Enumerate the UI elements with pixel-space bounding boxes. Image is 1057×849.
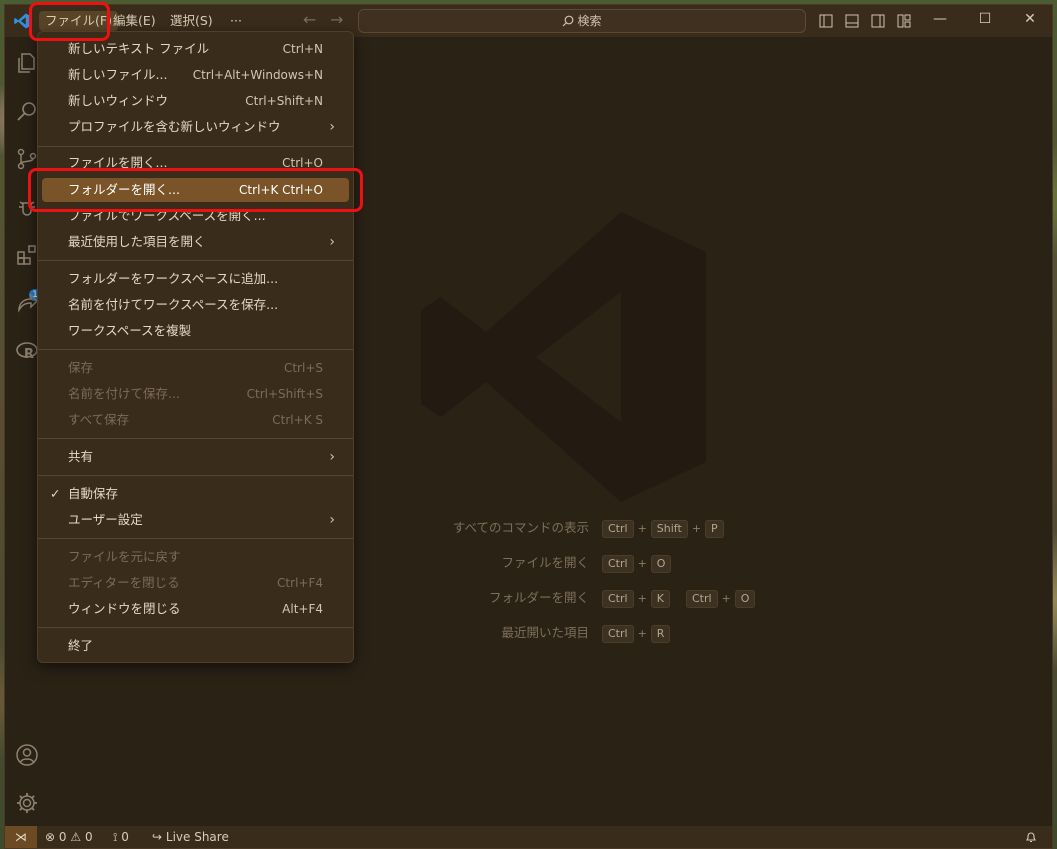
shortcut-label: フォルダーを開く xyxy=(488,590,589,605)
key-k: K xyxy=(650,590,671,608)
shortcut-label: すべてのコマンドの表示 xyxy=(452,520,589,535)
menu-separator xyxy=(38,349,353,350)
ports-indicator[interactable]: ⟟ 0 xyxy=(113,826,129,848)
checkmark-icon: ✓ xyxy=(50,486,61,501)
menu-open-workspace-from-file[interactable]: ファイルでワークスペースを開く... xyxy=(42,204,349,228)
remote-indicator-icon[interactable]: ⋊ xyxy=(5,826,37,848)
key-p: P xyxy=(705,520,724,538)
menu-save-as[interactable]: 名前を付けて保存... Ctrl+Shift+S xyxy=(42,382,349,406)
problems-indicator[interactable]: ⊗ 0 ⚠ 0 xyxy=(45,826,93,848)
status-bar: ⋊ ⊗ 0 ⚠ 0 ⟟ 0 ↪ Live Share xyxy=(5,826,1052,848)
r-language-icon[interactable]: R xyxy=(15,339,39,363)
menu-revert-file[interactable]: ファイルを元に戻す xyxy=(42,545,349,569)
shortcut-recent: 最近開いた項目 Ctrl + R xyxy=(349,624,769,643)
key-ctrl: Ctrl xyxy=(602,520,634,538)
chevron-right-icon: › xyxy=(329,234,335,250)
menu-open-file[interactable]: ファイルを開く... Ctrl+O xyxy=(42,151,349,175)
key-o: O xyxy=(650,555,672,573)
chevron-right-icon: › xyxy=(329,449,335,465)
menu-share[interactable]: 共有 › xyxy=(42,445,349,469)
settings-gear-icon[interactable] xyxy=(15,791,39,815)
ports-count: 0 xyxy=(121,830,129,844)
menu-selection[interactable]: 選択(S) xyxy=(164,11,219,31)
key-ctrl: Ctrl xyxy=(602,590,634,608)
search-icon xyxy=(563,15,574,27)
warning-icon: ⚠ xyxy=(70,830,82,844)
vscode-logo-icon xyxy=(14,13,30,29)
search-icon[interactable] xyxy=(15,99,39,123)
menu-save-all[interactable]: すべて保存 Ctrl+K S xyxy=(42,408,349,432)
broadcast-icon: ⟟ xyxy=(113,830,118,844)
menu-separator xyxy=(38,146,353,147)
svg-text:R: R xyxy=(24,347,34,362)
search-placeholder: 検索 xyxy=(577,14,602,28)
shortcut-label: ファイルを開く xyxy=(501,555,589,570)
menu-close-window[interactable]: ウィンドウを閉じる Alt+F4 xyxy=(42,597,349,621)
file-menu-dropdown: 新しいテキスト ファイル Ctrl+N 新しいファイル... Ctrl+Alt+Wi… xyxy=(37,31,354,663)
live-share-icon: ↪ xyxy=(152,830,163,844)
vscode-watermark-icon xyxy=(421,212,706,502)
live-share-button[interactable]: ↪ Live Share xyxy=(152,826,229,848)
live-share-icon[interactable] xyxy=(15,291,39,315)
error-count: 0 xyxy=(58,830,67,844)
menu-new-window-profile[interactable]: プロファイルを含む新しいウィンドウ › xyxy=(42,115,349,139)
menu-save-workspace-as[interactable]: 名前を付けてワークスペースを保存... xyxy=(42,293,349,317)
menu-new-file[interactable]: 新しいファイル... Ctrl+Alt+Windows+N xyxy=(42,63,349,87)
shortcut-open-folder: フォルダーを開く Ctrl + K Ctrl + O xyxy=(349,589,769,608)
menu-close-editor[interactable]: エディターを閉じる Ctrl+F4 xyxy=(42,571,349,595)
menu-duplicate-workspace[interactable]: ワークスペースを複製 xyxy=(42,319,349,343)
minimize-button[interactable]: — xyxy=(930,11,950,27)
menu-open-folder[interactable]: フォルダーを開く... Ctrl+K Ctrl+O xyxy=(42,178,349,202)
menu-separator xyxy=(38,438,353,439)
extensions-icon[interactable] xyxy=(15,243,39,267)
key-ctrl: Ctrl xyxy=(602,625,634,643)
close-button[interactable]: ✕ xyxy=(1020,11,1040,27)
menu-separator xyxy=(38,538,353,539)
chevron-right-icon: › xyxy=(329,119,335,135)
shortcut-show-all-commands: すべてのコマンドの表示 Ctrl + Shift + P xyxy=(349,519,769,538)
notifications-bell-icon[interactable] xyxy=(1025,831,1037,843)
menu-separator xyxy=(38,260,353,261)
toggle-secondary-sidebar-icon[interactable] xyxy=(871,14,885,28)
error-icon: ⊗ xyxy=(45,830,56,844)
menu-save[interactable]: 保存 Ctrl+S xyxy=(42,356,349,380)
key-o: O xyxy=(734,590,756,608)
source-control-icon[interactable] xyxy=(15,147,39,171)
menu-add-folder-to-workspace[interactable]: フォルダーをワークスペースに追加... xyxy=(42,267,349,291)
menu-new-text-file[interactable]: 新しいテキスト ファイル Ctrl+N xyxy=(42,37,349,61)
back-arrow-icon[interactable]: ← xyxy=(303,10,316,29)
shortcut-label: 最近開いた項目 xyxy=(501,625,589,640)
live-share-label: Live Share xyxy=(165,830,229,844)
toggle-primary-sidebar-icon[interactable] xyxy=(819,14,833,28)
menu-exit[interactable]: 終了 xyxy=(42,634,349,658)
customize-layout-icon[interactable] xyxy=(897,14,911,28)
key-r: R xyxy=(650,625,671,643)
command-center-search[interactable]: 検索 xyxy=(358,9,806,33)
forward-arrow-icon[interactable]: → xyxy=(330,10,343,29)
menu-auto-save[interactable]: ✓ 自動保存 xyxy=(42,482,349,506)
chevron-right-icon: › xyxy=(329,512,335,528)
key-ctrl: Ctrl xyxy=(602,555,634,573)
menu-preferences[interactable]: ユーザー設定 › xyxy=(42,508,349,532)
maximize-button[interactable]: ☐ xyxy=(975,11,995,27)
key-shift: Shift xyxy=(650,520,688,538)
shortcut-open-file: ファイルを開く Ctrl + O xyxy=(349,554,769,573)
toggle-panel-icon[interactable] xyxy=(845,14,859,28)
menu-open-recent[interactable]: 最近使用した項目を開く › xyxy=(42,230,349,254)
explorer-icon[interactable] xyxy=(15,51,39,75)
account-icon[interactable] xyxy=(15,743,39,767)
menu-separator xyxy=(38,627,353,628)
menu-new-window[interactable]: 新しいウィンドウ Ctrl+Shift+N xyxy=(42,89,349,113)
key-ctrl: Ctrl xyxy=(685,590,718,608)
menu-more[interactable]: ··· xyxy=(224,11,248,31)
menu-edit[interactable]: 編集(E) xyxy=(107,11,162,31)
run-debug-icon[interactable] xyxy=(15,195,39,219)
warning-count: 0 xyxy=(84,830,93,844)
menu-separator xyxy=(38,475,353,476)
